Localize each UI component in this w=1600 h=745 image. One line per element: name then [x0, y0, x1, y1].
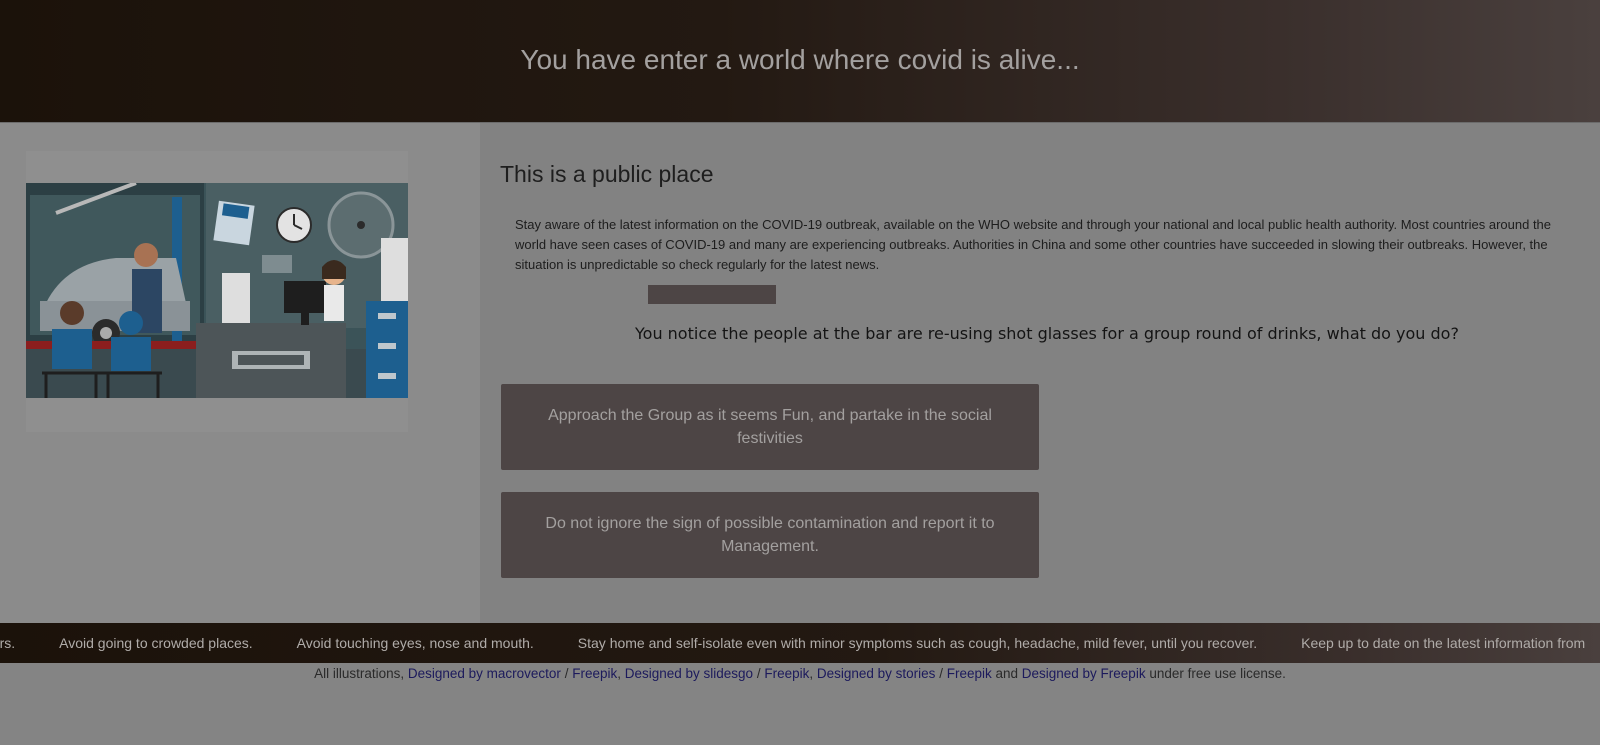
- credits-separator: /: [560, 666, 573, 681]
- progress-bar: [648, 285, 776, 304]
- office-illustration: [26, 183, 408, 398]
- page-title: You have enter a world where covid is al…: [520, 44, 1080, 75]
- credit-link-freepik[interactable]: Freepik: [572, 666, 617, 681]
- scenario-question: You notice the people at the bar are re-…: [635, 324, 1459, 343]
- credit-link-macrovector[interactable]: Designed by macrovector: [408, 666, 561, 681]
- page-header: You have enter a world where covid is al…: [0, 0, 1600, 123]
- illustration-frame: [26, 151, 408, 432]
- ticker-track: hers. Avoid going to crowded places. Avo…: [0, 623, 1600, 663]
- ticker-item: Stay home and self-isolate even with min…: [577, 635, 1258, 651]
- info-paragraph: Stay aware of the latest information on …: [515, 217, 1552, 272]
- credits-prefix: All illustrations,: [314, 666, 408, 681]
- credit-link-freepik[interactable]: Freepik: [947, 666, 992, 681]
- illustration-panel: [0, 123, 480, 623]
- credit-link-slidesgo[interactable]: Designed by slidesgo: [625, 666, 753, 681]
- credits-separator: ,: [809, 666, 817, 681]
- ticker-item: Keep up to date on the latest informatio…: [1301, 635, 1586, 651]
- ticker-item: Avoid going to crowded places.: [59, 635, 253, 651]
- credit-link-freepik[interactable]: Freepik: [764, 666, 809, 681]
- credits-separator: /: [753, 666, 765, 681]
- ticker-item: hers.: [0, 635, 16, 651]
- credits-separator: /: [935, 666, 947, 681]
- credits-separator: ,: [617, 666, 625, 681]
- ticker-item: Avoid touching eyes, nose and mouth.: [296, 635, 534, 651]
- section-title: This is a public place: [500, 161, 714, 187]
- credits-separator: and: [991, 666, 1022, 681]
- scenario-panel: This is a public place Stay aware of the…: [480, 123, 1600, 623]
- choice-button-report-management[interactable]: Do not ignore the sign of possible conta…: [501, 492, 1039, 578]
- tips-ticker: hers. Avoid going to crowded places. Avo…: [0, 623, 1600, 663]
- choice-button-join-group[interactable]: Approach the Group as it seems Fun, and …: [501, 384, 1039, 470]
- credits-suffix: under free use license.: [1145, 666, 1286, 681]
- credit-link-designed-by-freepik[interactable]: Designed by Freepik: [1022, 666, 1146, 681]
- credits-footer: All illustrations, Designed by macrovect…: [0, 663, 1600, 691]
- credit-link-stories[interactable]: Designed by stories: [817, 666, 936, 681]
